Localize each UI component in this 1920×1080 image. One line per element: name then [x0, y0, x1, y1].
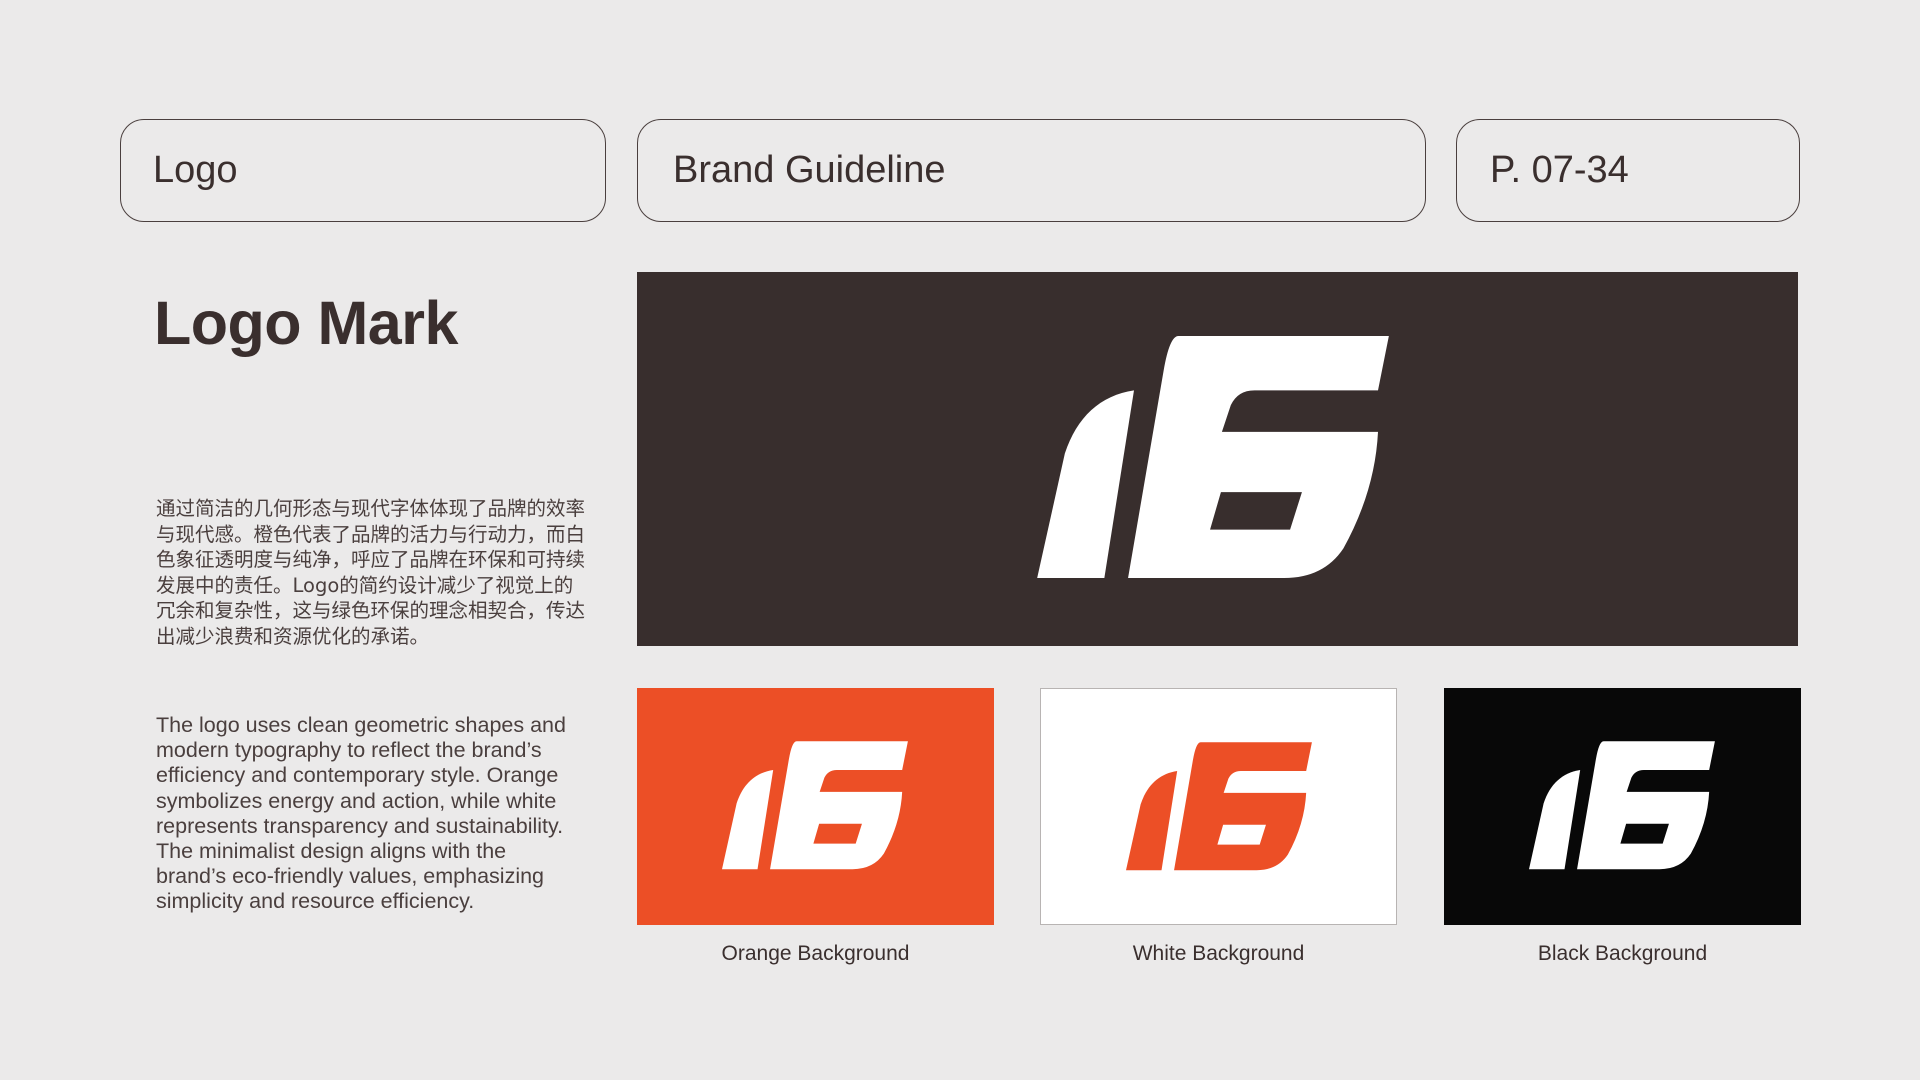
section-label-text: Logo: [153, 149, 238, 191]
description-chinese: 通过简洁的几何形态与现代字体体现了品牌的效率与现代感。橙色代表了品牌的活力与行动…: [156, 497, 586, 648]
white-background-swatch: [1040, 688, 1397, 925]
orange-background-swatch: [637, 688, 994, 925]
logo-mark-icon: [1529, 741, 1715, 870]
page-range-text: P. 07-34: [1490, 149, 1629, 191]
black-background-swatch: [1444, 688, 1801, 925]
page-heading: Logo Mark: [154, 289, 458, 357]
logo-mark-icon: [1126, 742, 1312, 871]
page-range: P. 07-34: [1456, 119, 1800, 222]
black-background-caption: Black Background: [1537, 942, 1708, 965]
white-background-caption: White Background: [1132, 942, 1305, 965]
section-label: Logo: [120, 119, 606, 222]
logo-mark-icon: [722, 741, 908, 870]
orange-background-caption: Orange Background: [721, 942, 910, 965]
document-title-text: Brand Guideline: [673, 149, 946, 191]
document-title: Brand Guideline: [637, 119, 1426, 222]
description-english: The logo uses clean geometric shapes and…: [156, 713, 566, 914]
logo-mark-icon: [1037, 336, 1389, 579]
hero-logo-panel: [637, 272, 1798, 646]
